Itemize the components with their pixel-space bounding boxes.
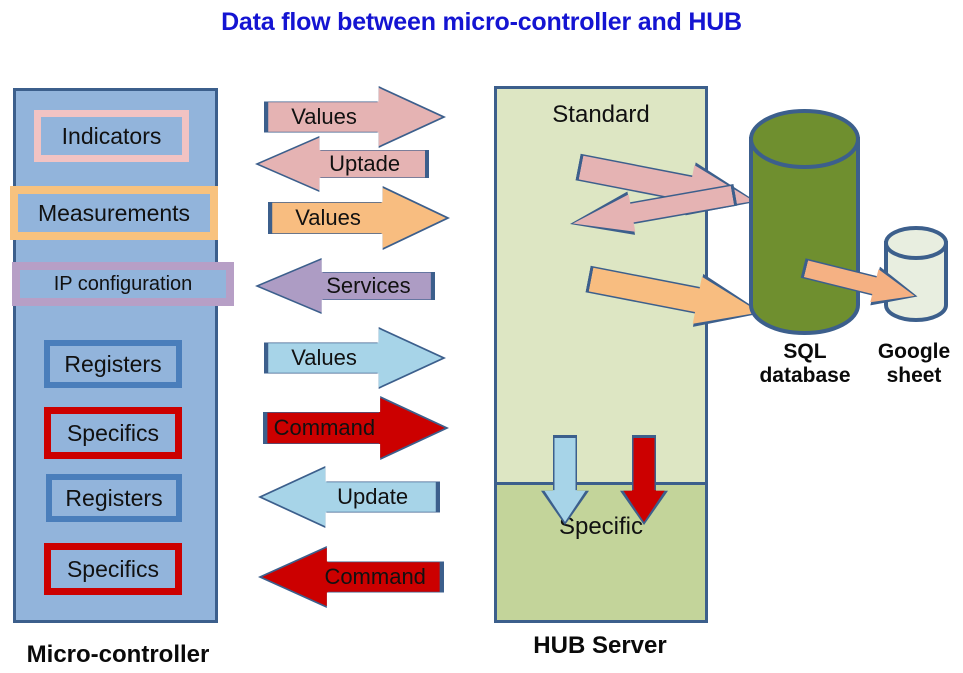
sql-database-caption-line1: SQL [783,340,827,363]
flow-arrow-values-2-label: Values [295,205,361,230]
sql-database-cylinder[interactable] [748,108,861,336]
page-title: Data flow between micro-controller and H… [221,8,742,36]
flow-arrow-values-2[interactable]: Values [268,186,450,250]
hub-zone-standard-label: Standard [552,101,650,128]
flow-arrow-values-1[interactable]: Values [264,86,446,148]
mc-box-indicators[interactable]: Indicators [34,110,189,162]
mc-box-specifics-2[interactable]: Specifics [44,543,182,595]
mc-box-registers-2[interactable]: Registers [46,474,182,522]
flow-arrow-services[interactable]: Services [255,258,435,314]
mc-box-specifics-1-label: Specifics [66,419,160,446]
flow-arrow-update-label: Update [337,484,409,509]
mc-box-ip-configuration[interactable]: IP configuration [12,262,234,306]
mc-box-registers-2-label: Registers [65,484,163,511]
mc-box-measurements[interactable]: Measurements [10,186,218,240]
sql-database-shape [749,109,860,335]
mc-box-ip-configuration-label: IP configuration [53,273,193,295]
flow-arrow-update[interactable]: Update [258,466,440,528]
flow-arrow-command-2[interactable]: Command [258,546,444,608]
flow-arrow-services-label: Services [326,273,411,298]
mc-box-specifics-1[interactable]: Specifics [44,407,182,459]
google-sheet-caption-line1: Google [877,340,951,363]
microcontroller-caption: Micro-controller [26,641,210,668]
hub-server-caption: HUB Server [533,632,667,659]
mc-box-registers-1[interactable]: Registers [44,340,182,388]
flow-arrow-values-1-label: Values [291,104,357,129]
mc-box-specifics-2-label: Specifics [66,555,160,582]
sql-database-caption-line2: database [759,364,851,388]
mc-box-measurements-label: Measurements [37,199,191,226]
google-sheet-caption: Google sheet [862,340,963,388]
sql-database-caption: SQL database [736,340,874,388]
hub-zone-specific-label: Specific [558,513,644,540]
hub-zone-specific: Specific [497,482,705,620]
flow-arrow-values-3[interactable]: Values [264,327,446,389]
flow-arrow-uptade[interactable]: Uptade [255,136,429,192]
diagram-canvas: Data flow between micro-controller and H… [0,0,963,673]
flow-arrow-uptade-label: Uptade [329,151,401,176]
mc-box-indicators-label: Indicators [61,122,162,149]
google-sheet-caption-line2: sheet [886,364,942,388]
mc-box-registers-1-label: Registers [64,350,162,377]
flow-arrow-values-3-label: Values [291,345,357,370]
flow-arrow-command-2-label: Command [324,564,426,589]
flow-arrow-command-1[interactable]: Command [263,396,449,460]
flow-arrow-command-1-label: Command [273,415,376,440]
